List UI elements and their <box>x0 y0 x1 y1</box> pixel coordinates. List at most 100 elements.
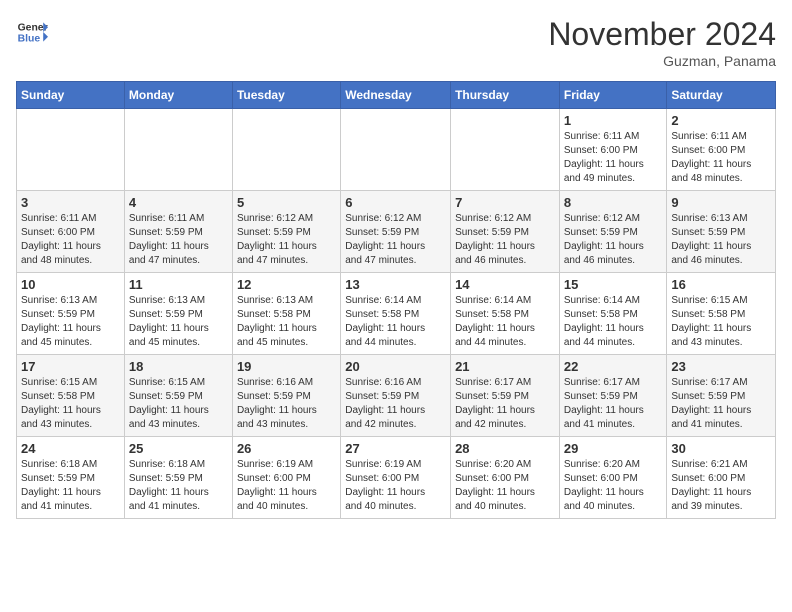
calendar-cell: 9 Sunrise: 6:13 AM Sunset: 5:59 PM Daylig… <box>667 191 776 273</box>
calendar-week-5: 24 Sunrise: 6:18 AM Sunset: 5:59 PM Dayli… <box>17 437 776 519</box>
day-info: Sunrise: 6:14 AM Sunset: 5:58 PM Dayligh… <box>345 294 446 350</box>
day-number: 13 <box>345 277 446 292</box>
day-info: Sunrise: 6:18 AM Sunset: 5:59 PM Dayligh… <box>21 458 120 514</box>
calendar-cell: 28 Sunrise: 6:20 AM Sunset: 6:00 PM Dayli… <box>451 437 560 519</box>
day-info: Sunrise: 6:12 AM Sunset: 5:59 PM Dayligh… <box>564 212 663 268</box>
day-number: 22 <box>564 359 663 374</box>
calendar-cell: 1 Sunrise: 6:11 AM Sunset: 6:00 PM Daylig… <box>559 109 667 191</box>
day-info: Sunrise: 6:20 AM Sunset: 6:00 PM Dayligh… <box>455 458 555 514</box>
day-info: Sunrise: 6:19 AM Sunset: 6:00 PM Dayligh… <box>345 458 446 514</box>
day-info: Sunrise: 6:13 AM Sunset: 5:59 PM Dayligh… <box>21 294 120 350</box>
weekday-header-saturday: Saturday <box>667 82 776 109</box>
day-info: Sunrise: 6:11 AM Sunset: 6:00 PM Dayligh… <box>671 130 771 186</box>
day-info: Sunrise: 6:13 AM Sunset: 5:59 PM Dayligh… <box>671 212 771 268</box>
calendar-cell: 20Sunrise: 6:16 AM Sunset: 5:59 PM Dayli… <box>341 355 451 437</box>
day-number: 9 <box>671 195 771 210</box>
day-number: 28 <box>455 441 555 456</box>
weekday-header-tuesday: Tuesday <box>232 82 340 109</box>
weekday-header-friday: Friday <box>559 82 667 109</box>
day-info: Sunrise: 6:15 AM Sunset: 5:58 PM Dayligh… <box>21 376 120 432</box>
day-number: 10 <box>21 277 120 292</box>
calendar-cell: 5 Sunrise: 6:12 AM Sunset: 5:59 PM Daylig… <box>232 191 340 273</box>
calendar-week-1: 1 Sunrise: 6:11 AM Sunset: 6:00 PM Daylig… <box>17 109 776 191</box>
title-area: November 2024 Guzman, Panama <box>548 16 776 69</box>
day-number: 3 <box>21 195 120 210</box>
calendar-week-3: 10 Sunrise: 6:13 AM Sunset: 5:59 PM Dayli… <box>17 273 776 355</box>
calendar-cell: 24 Sunrise: 6:18 AM Sunset: 5:59 PM Dayli… <box>17 437 125 519</box>
day-number: 1 <box>564 113 663 128</box>
calendar-cell: 13 Sunrise: 6:14 AM Sunset: 5:58 PM Dayli… <box>341 273 451 355</box>
day-info: Sunrise: 6:12 AM Sunset: 5:59 PM Dayligh… <box>455 212 555 268</box>
day-number: 8 <box>564 195 663 210</box>
day-number: 11 <box>129 277 228 292</box>
day-number: 12 <box>237 277 336 292</box>
location: Guzman, Panama <box>548 53 776 69</box>
day-number: 14 <box>455 277 555 292</box>
day-info: Sunrise: 6:13 AM Sunset: 5:58 PM Dayligh… <box>237 294 336 350</box>
calendar-cell <box>451 109 560 191</box>
calendar-cell: 8 Sunrise: 6:12 AM Sunset: 5:59 PM Daylig… <box>559 191 667 273</box>
day-info: Sunrise: 6:16 AM Sunset: 5:59 PM Dayligh… <box>237 376 336 432</box>
day-number: 27 <box>345 441 446 456</box>
weekday-header-wednesday: Wednesday <box>341 82 451 109</box>
day-number: 18 <box>129 359 228 374</box>
day-number: 25 <box>129 441 228 456</box>
day-number: 15 <box>564 277 663 292</box>
calendar-cell: 25 Sunrise: 6:18 AM Sunset: 5:59 PM Dayli… <box>124 437 232 519</box>
calendar-cell: 26Sunrise: 6:19 AM Sunset: 6:00 PM Dayli… <box>232 437 340 519</box>
day-info: Sunrise: 6:20 AM Sunset: 6:00 PM Dayligh… <box>564 458 663 514</box>
calendar-cell: 17 Sunrise: 6:15 AM Sunset: 5:58 PM Dayli… <box>17 355 125 437</box>
page-header: General Blue November 2024 Guzman, Panam… <box>16 16 776 69</box>
weekday-header-sunday: Sunday <box>17 82 125 109</box>
month-title: November 2024 <box>548 16 776 53</box>
calendar-cell <box>17 109 125 191</box>
calendar-cell: 18 Sunrise: 6:15 AM Sunset: 5:59 PM Dayli… <box>124 355 232 437</box>
calendar-cell: 4 Sunrise: 6:11 AM Sunset: 5:59 PM Daylig… <box>124 191 232 273</box>
calendar-cell: 19 Sunrise: 6:16 AM Sunset: 5:59 PM Dayli… <box>232 355 340 437</box>
calendar-table: SundayMondayTuesdayWednesdayThursdayFrid… <box>16 81 776 519</box>
day-number: 29 <box>564 441 663 456</box>
day-number: 24 <box>21 441 120 456</box>
day-info: Sunrise: 6:18 AM Sunset: 5:59 PM Dayligh… <box>129 458 228 514</box>
day-info: Sunrise: 6:11 AM Sunset: 6:00 PM Dayligh… <box>21 212 120 268</box>
calendar-cell: 21Sunrise: 6:17 AM Sunset: 5:59 PM Dayli… <box>451 355 560 437</box>
day-info: Sunrise: 6:14 AM Sunset: 5:58 PM Dayligh… <box>564 294 663 350</box>
day-info: Sunrise: 6:15 AM Sunset: 5:59 PM Dayligh… <box>129 376 228 432</box>
calendar-cell <box>124 109 232 191</box>
day-number: 19 <box>237 359 336 374</box>
calendar-cell: 23Sunrise: 6:17 AM Sunset: 5:59 PM Dayli… <box>667 355 776 437</box>
day-number: 16 <box>671 277 771 292</box>
calendar-cell: 29 Sunrise: 6:20 AM Sunset: 6:00 PM Dayli… <box>559 437 667 519</box>
day-info: Sunrise: 6:12 AM Sunset: 5:59 PM Dayligh… <box>237 212 336 268</box>
calendar-cell: 16Sunrise: 6:15 AM Sunset: 5:58 PM Dayli… <box>667 273 776 355</box>
weekday-header-row: SundayMondayTuesdayWednesdayThursdayFrid… <box>17 82 776 109</box>
day-info: Sunrise: 6:17 AM Sunset: 5:59 PM Dayligh… <box>564 376 663 432</box>
calendar-cell <box>232 109 340 191</box>
calendar-week-4: 17 Sunrise: 6:15 AM Sunset: 5:58 PM Dayli… <box>17 355 776 437</box>
logo: General Blue <box>16 16 48 48</box>
calendar-week-2: 3 Sunrise: 6:11 AM Sunset: 6:00 PM Daylig… <box>17 191 776 273</box>
day-info: Sunrise: 6:11 AM Sunset: 6:00 PM Dayligh… <box>564 130 663 186</box>
day-info: Sunrise: 6:21 AM Sunset: 6:00 PM Dayligh… <box>671 458 771 514</box>
day-number: 20 <box>345 359 446 374</box>
day-number: 7 <box>455 195 555 210</box>
calendar-cell: 14 Sunrise: 6:14 AM Sunset: 5:58 PM Dayli… <box>451 273 560 355</box>
day-number: 26 <box>237 441 336 456</box>
logo-icon: General Blue <box>16 16 48 48</box>
calendar-cell: 15 Sunrise: 6:14 AM Sunset: 5:58 PM Dayli… <box>559 273 667 355</box>
calendar-cell: 7 Sunrise: 6:12 AM Sunset: 5:59 PM Daylig… <box>451 191 560 273</box>
calendar-cell: 30 Sunrise: 6:21 AM Sunset: 6:00 PM Dayli… <box>667 437 776 519</box>
day-number: 4 <box>129 195 228 210</box>
day-info: Sunrise: 6:17 AM Sunset: 5:59 PM Dayligh… <box>671 376 771 432</box>
day-number: 5 <box>237 195 336 210</box>
calendar-cell: 6 Sunrise: 6:12 AM Sunset: 5:59 PM Daylig… <box>341 191 451 273</box>
day-info: Sunrise: 6:14 AM Sunset: 5:58 PM Dayligh… <box>455 294 555 350</box>
day-number: 21 <box>455 359 555 374</box>
calendar-cell: 3 Sunrise: 6:11 AM Sunset: 6:00 PM Daylig… <box>17 191 125 273</box>
day-number: 17 <box>21 359 120 374</box>
day-info: Sunrise: 6:11 AM Sunset: 5:59 PM Dayligh… <box>129 212 228 268</box>
calendar-cell: 2Sunrise: 6:11 AM Sunset: 6:00 PM Daylig… <box>667 109 776 191</box>
day-number: 6 <box>345 195 446 210</box>
day-number: 30 <box>671 441 771 456</box>
day-info: Sunrise: 6:12 AM Sunset: 5:59 PM Dayligh… <box>345 212 446 268</box>
